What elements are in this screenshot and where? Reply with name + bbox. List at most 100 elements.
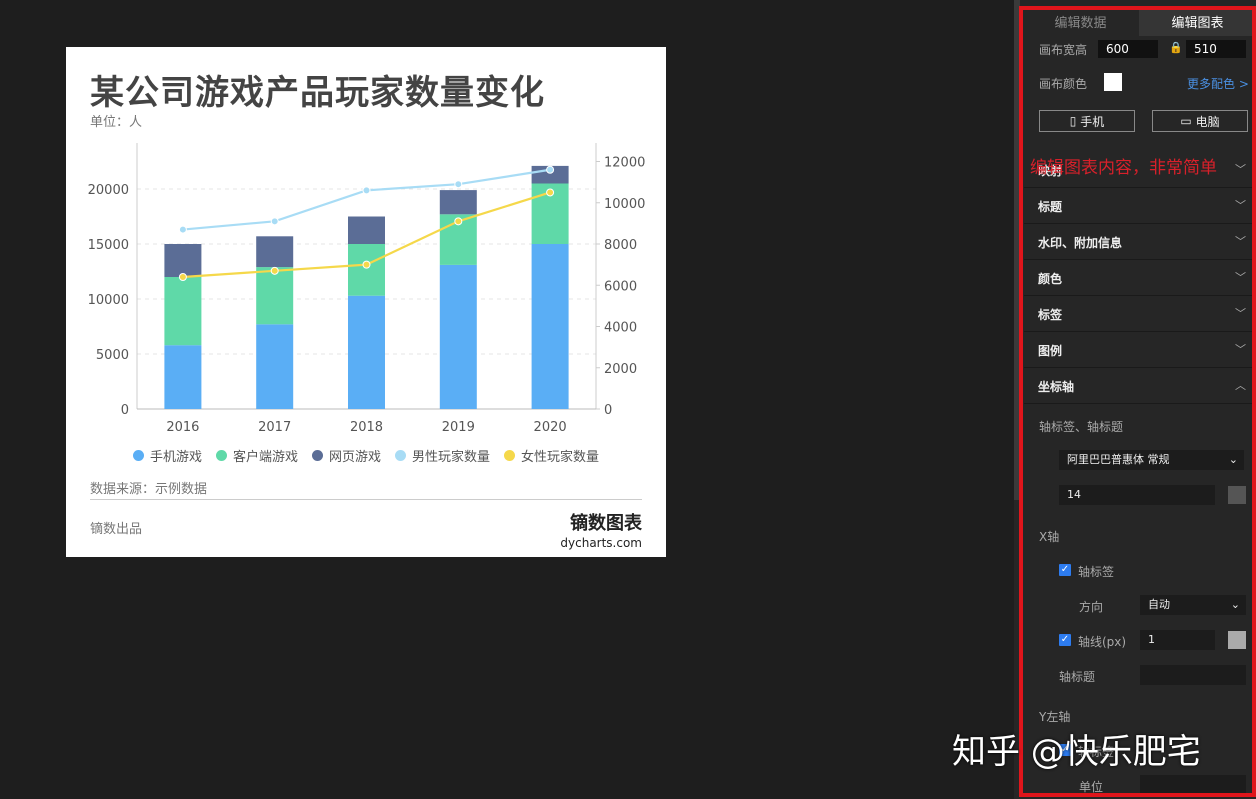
lock-icon[interactable]: 🔒 [1169, 41, 1183, 54]
font-size-input[interactable]: 14 [1059, 485, 1215, 505]
tab-edit-data[interactable]: 编辑数据 [1022, 6, 1139, 36]
canvas-height-input[interactable]: 510 [1186, 40, 1246, 58]
section-label: 标题 [1038, 200, 1063, 214]
y-left-tick-label: 10000 [88, 293, 129, 308]
chevron-up-icon[interactable]: ︿ [1235, 377, 1246, 393]
y-right-tick-label: 6000 [604, 279, 637, 294]
y-right-tick-label: 10000 [604, 197, 645, 212]
bar-segment [531, 244, 569, 409]
section-axis[interactable]: 坐标轴 ︿ [1024, 368, 1256, 404]
chevron-down-icon: ⌄ [1228, 453, 1238, 466]
axis-line-checkbox[interactable]: ✓ [1059, 634, 1071, 646]
monitor-icon: ▭ [1180, 114, 1192, 128]
legend-item[interactable]: 手机游戏 [132, 446, 202, 465]
legend-dot-icon [504, 450, 516, 461]
y-right-tick-label: 12000 [604, 156, 645, 171]
direction-label: 方向 [1079, 600, 1104, 614]
legend-item[interactable]: 男性玩家数量 [395, 446, 490, 465]
axis-line-color-swatch[interactable] [1228, 631, 1246, 649]
line-point [270, 217, 279, 226]
legend-item[interactable]: 客户端游戏 [215, 446, 298, 465]
section-color[interactable]: 颜色 ﹀ [1024, 260, 1256, 296]
chart-legend: 手机游戏 客户端游戏 网页游戏 男性玩家数量 女性玩家数量 [66, 446, 666, 465]
section-label: 标签 [1038, 308, 1063, 322]
section-label: 图例 [1038, 344, 1063, 358]
x-axis-label-checkbox[interactable]: ✓ [1059, 564, 1071, 576]
line-point [178, 225, 187, 234]
legend-item[interactable]: 女性玩家数量 [504, 446, 599, 465]
panel-scrollbar[interactable] [1014, 0, 1020, 500]
axis-label-title-heading: 轴标签、轴标题 [1039, 420, 1124, 434]
legend-label: 网页游戏 [328, 450, 381, 465]
canvas-width-input[interactable]: 600 [1098, 40, 1158, 58]
y-right-tick-label: 8000 [604, 238, 637, 253]
bar-segment [164, 345, 202, 409]
canvas-color-label: 画布颜色 [1039, 77, 1088, 91]
canvas-color-swatch[interactable] [1104, 73, 1122, 91]
tab-edit-chart[interactable]: 编辑图表 [1139, 6, 1256, 36]
annotation-overlay-text: 编辑图表内容，非常简单 [1030, 158, 1217, 178]
chevron-down-icon[interactable]: ﹀ [1235, 269, 1246, 285]
bar-segment [439, 264, 477, 409]
x-tick-label: 2020 [534, 420, 567, 435]
section-legend[interactable]: 图例 ﹀ [1024, 332, 1256, 368]
bar-segment [348, 295, 385, 409]
chevron-down-icon[interactable]: ﹀ [1235, 233, 1246, 249]
line-point [270, 266, 279, 275]
footer-divider [90, 499, 642, 500]
zhihu-watermark: 知乎 @快乐肥宅 [952, 732, 1201, 772]
x-tick-label: 2017 [258, 420, 291, 435]
legend-label: 男性玩家数量 [412, 450, 491, 465]
x-tick-label: 2019 [442, 420, 475, 435]
font-family-select[interactable]: 阿里巴巴普惠体 常规 ⌄ [1059, 450, 1244, 470]
chart-title[interactable]: 某公司游戏产品玩家数量变化 [90, 65, 545, 114]
chevron-down-icon: ⌄ [1230, 598, 1240, 611]
axis-title-input[interactable] [1140, 665, 1246, 685]
direction-value: 自动 [1148, 598, 1170, 611]
y-left-tick-label: 0 [121, 403, 129, 418]
section-label: 坐标轴 [1038, 380, 1075, 394]
axis-line-width-input[interactable]: 1 [1140, 630, 1215, 650]
legend-label: 客户端游戏 [232, 450, 298, 465]
desktop-button-label: 电脑 [1195, 114, 1220, 129]
dycharts-logo: 镝数图表 dycharts.com [560, 509, 642, 550]
section-watermark-info[interactable]: 水印、附加信息 ﹀ [1024, 224, 1256, 260]
mobile-button[interactable]: ▯ 手机 [1039, 110, 1135, 132]
section-label[interactable]: 标签 ﹀ [1024, 296, 1256, 332]
y-right-tick-label: 2000 [604, 362, 637, 377]
chart-subtitle[interactable]: 单位：人 [90, 111, 142, 130]
desktop-button[interactable]: ▭ 电脑 [1152, 110, 1248, 132]
unit-label: 单位 [1079, 780, 1104, 794]
y-left-tick-label: 5000 [96, 348, 129, 363]
mobile-button-label: 手机 [1080, 114, 1105, 129]
x-axis-heading: X轴 [1039, 530, 1060, 544]
chart-credit: 镝数出品 [90, 522, 143, 537]
chart-canvas[interactable]: 0 5000 10000 15000 20000 0 2000 4000 6000 8000 100… [66, 47, 666, 557]
chevron-down-icon[interactable]: ﹀ [1235, 197, 1246, 213]
line-point [362, 260, 371, 269]
bar-segment [348, 244, 385, 296]
x-tick-label: 2018 [350, 420, 383, 435]
chevron-down-icon[interactable]: ﹀ [1235, 341, 1246, 357]
direction-select[interactable]: 自动 ⌄ [1140, 595, 1246, 615]
y-right-tick-label: 4000 [604, 321, 637, 336]
y-right-tick-label: 0 [604, 403, 612, 418]
logo-sub-text: dycharts.com [560, 536, 642, 550]
bar-segment [256, 324, 294, 409]
section-title[interactable]: 标题 ﹀ [1024, 188, 1256, 224]
font-family-value: 阿里巴巴普惠体 常规 [1067, 453, 1170, 466]
chevron-down-icon[interactable]: ﹀ [1235, 305, 1246, 321]
axis-title-field-label: 轴标题 [1059, 670, 1096, 684]
unit-input[interactable] [1140, 775, 1246, 795]
y-left-tick-label: 15000 [88, 238, 129, 253]
bar-segment [348, 216, 385, 244]
chevron-down-icon[interactable]: ﹀ [1235, 161, 1246, 177]
chart-source: 数据来源：示例数据 [90, 482, 208, 497]
font-color-swatch[interactable] [1228, 486, 1246, 504]
legend-label: 女性玩家数量 [521, 450, 600, 465]
legend-dot-icon [132, 450, 144, 461]
bar-segment [164, 277, 202, 346]
more-colors-link[interactable]: 更多配色 > [1187, 75, 1249, 92]
legend-item[interactable]: 网页游戏 [311, 446, 381, 465]
x-axis-label-check-text: 轴标签 [1078, 565, 1115, 579]
